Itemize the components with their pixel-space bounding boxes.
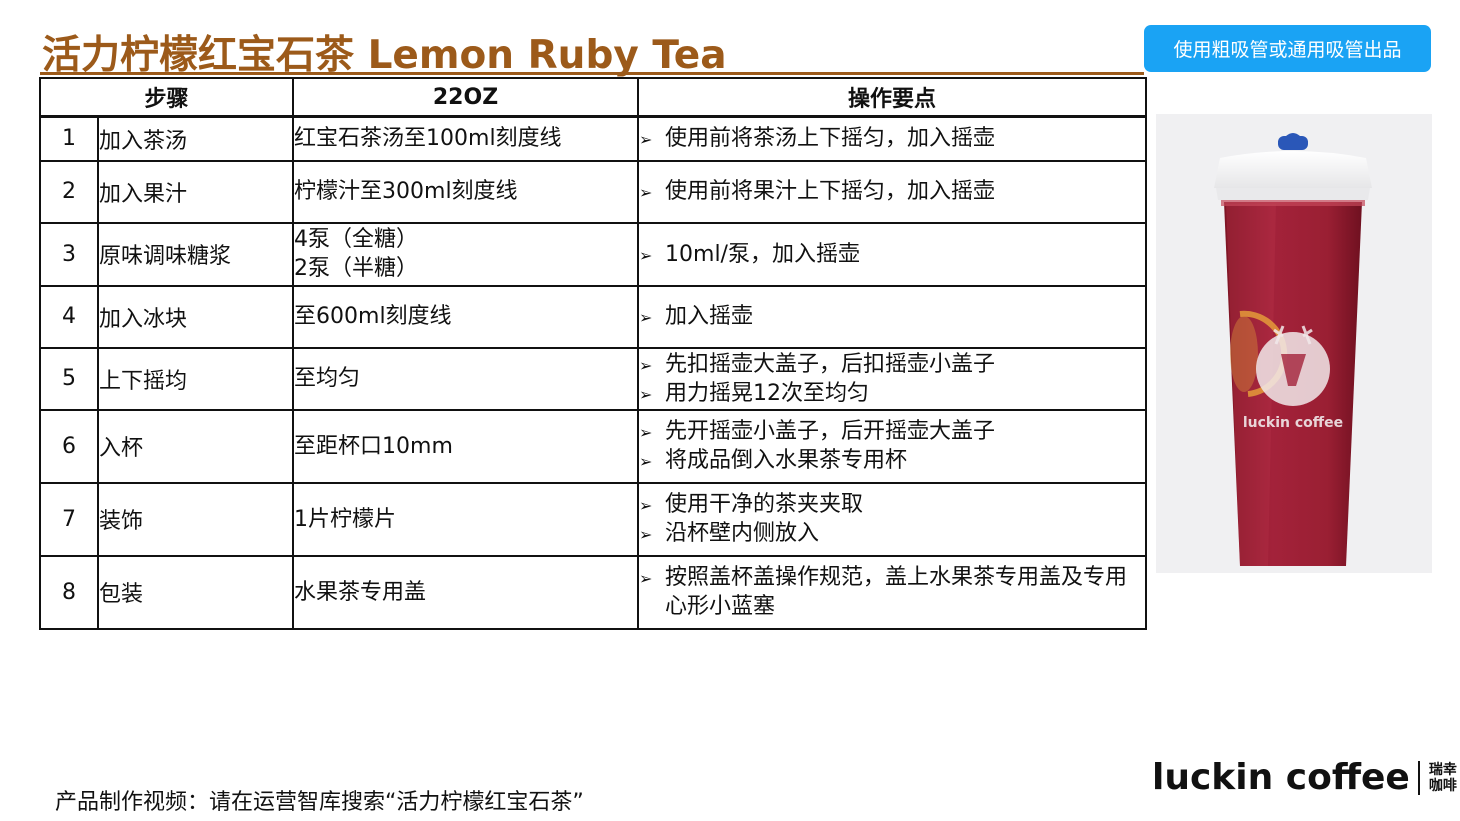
table-row: 2 加入果汁 柠檬汁至300ml刻度线 ➢ 使用前将果汁上下摇匀，加入摇壶 [39, 159, 1148, 224]
table-row: 8 包装 水果茶专用盖 ➢ 按照盖杯盖操作规范，盖上水果茶专用盖及专用心形小蓝塞 [39, 554, 1148, 630]
step-number: 4 [39, 284, 99, 349]
step-points: ➢ 先开摇壶小盖子，后开摇壶大盖子 ➢ 将成品倒入水果茶专用杯 [637, 408, 1148, 484]
amount-line: 至距杯口10mm [294, 433, 453, 459]
step-name: 加入果汁 [96, 159, 295, 224]
step-points: ➢ 使用干净的茶夹夹取 ➢ 沿杯壁内侧放入 [637, 481, 1148, 557]
arrow-bullet-icon: ➢ [639, 452, 653, 471]
step-amount: 至距杯口10mm [292, 408, 640, 484]
point-item: ➢ 使用前将果汁上下摇匀，加入摇壶 [639, 177, 1145, 206]
step-points: ➢ 使用前将茶汤上下摇匀，加入摇壶 [637, 115, 1148, 162]
luckin-coffee-logo: luckin coffee 瑞幸 咖啡 [1152, 757, 1457, 798]
table-header-row: 步骤 22OZ 操作要点 [38, 77, 1148, 118]
amount-line: 4泵（全糖） [294, 227, 419, 252]
point-text: 将成品倒入水果茶专用杯 [665, 448, 908, 473]
step-number: 7 [39, 481, 99, 557]
step-points: ➢ 使用前将果汁上下摇匀，加入摇壶 [637, 159, 1148, 224]
table-row: 1 加入茶汤 红宝石茶汤至100ml刻度线 ➢ 使用前将茶汤上下摇匀，加入摇壶 [39, 115, 1148, 162]
step-name: 加入茶汤 [96, 115, 295, 162]
step-name: 加入冰块 [96, 284, 295, 349]
point-item: ➢ 10ml/泵，加入摇壶 [639, 240, 1145, 269]
title-underline [40, 72, 1144, 75]
point-text: 10ml/泵，加入摇壶 [665, 241, 860, 267]
amount-line: 柠檬汁至300ml刻度线 [294, 179, 518, 204]
step-number: 5 [39, 346, 99, 411]
logo-chinese: 瑞幸 咖啡 [1429, 762, 1457, 794]
step-points: ➢ 按照盖杯盖操作规范，盖上水果茶专用盖及专用心形小蓝塞 [637, 554, 1148, 630]
point-text: 先扣摇壶大盖子，后扣摇壶小盖子 [665, 351, 996, 377]
step-amount: 柠檬汁至300ml刻度线 [292, 159, 640, 224]
step-name: 入杯 [96, 408, 295, 484]
point-text: 先开摇壶小盖子，后开摇壶大盖子 [665, 419, 996, 444]
step-number: 6 [39, 408, 99, 484]
step-points: ➢ 先扣摇壶大盖子，后扣摇壶小盖子 ➢ 用力摇晃12次至均匀 [637, 346, 1148, 411]
arrow-bullet-icon: ➢ [639, 183, 653, 202]
arrow-bullet-icon: ➢ [639, 496, 653, 515]
arrow-bullet-icon: ➢ [639, 308, 653, 327]
step-amount: 1片柠檬片 [292, 481, 640, 557]
point-text: 加入摇壶 [665, 304, 754, 329]
product-photo: luckin coffee [1156, 114, 1432, 573]
step-amount: 红宝石茶汤至100ml刻度线 [292, 115, 640, 162]
amount-line: 红宝石茶汤至100ml刻度线 [294, 126, 562, 152]
step-number: 1 [39, 115, 99, 162]
step-number: 2 [39, 159, 99, 224]
header-points: 操作要点 [637, 77, 1148, 118]
amount-line: 至均匀 [294, 366, 361, 391]
point-text: 使用前将茶汤上下摇匀，加入摇壶 [665, 126, 996, 152]
step-amount: 至均匀 [292, 346, 640, 411]
point-item: ➢ 先开摇壶小盖子，后开摇壶大盖子 [639, 417, 1145, 446]
header-size: 22OZ [292, 77, 640, 118]
point-item: ➢ 先扣摇壶大盖子，后扣摇壶小盖子 [639, 350, 1145, 379]
arrow-bullet-icon: ➢ [639, 525, 653, 544]
step-name: 装饰 [96, 481, 295, 557]
arrow-bullet-icon: ➢ [639, 423, 653, 442]
point-item: ➢ 沿杯壁内侧放入 [639, 519, 1145, 548]
step-name: 包装 [96, 554, 295, 630]
lemon-ruby-tea-cup-image: luckin coffee [1156, 114, 1432, 573]
header-step: 步骤 [38, 77, 295, 118]
table-row: 4 加入冰块 至600ml刻度线 ➢ 加入摇壶 [39, 284, 1148, 349]
amount-line: 水果茶专用盖 [294, 579, 427, 605]
step-name: 上下摇均 [96, 346, 295, 411]
arrow-bullet-icon: ➢ [639, 569, 653, 588]
step-points: ➢ 10ml/泵，加入摇壶 [637, 221, 1148, 287]
point-text: 用力摇晃12次至均匀 [665, 380, 870, 406]
logo-cn-line2: 咖啡 [1428, 777, 1457, 794]
table-row: 5 上下摇均 至均匀 ➢ 先扣摇壶大盖子，后扣摇壶小盖子 ➢ 用力摇晃12次至均匀 [39, 346, 1148, 411]
arrow-bullet-icon: ➢ [639, 355, 653, 375]
step-number: 8 [39, 554, 99, 630]
logo-cn-line1: 瑞幸 [1428, 761, 1457, 778]
step-amount: 至600ml刻度线 [292, 284, 640, 349]
recipe-steps-table: 步骤 22OZ 操作要点 1 加入茶汤 红宝石茶汤至100ml刻度线 ➢ 使用前将茶汤上… [38, 77, 1148, 630]
step-number: 3 [39, 221, 99, 287]
point-item: ➢ 将成品倒入水果茶专用杯 [639, 446, 1145, 475]
step-name: 原味调味糖浆 [96, 221, 295, 287]
point-text: 使用前将果汁上下摇匀，加入摇壶 [665, 179, 996, 204]
video-search-note: 产品制作视频：请在运营智库搜索“活力柠檬红宝石茶” [55, 790, 584, 815]
point-item: ➢ 加入摇壶 [639, 302, 1145, 331]
logo-divider [1417, 760, 1420, 795]
arrow-bullet-icon: ➢ [639, 245, 653, 265]
amount-line: 至600ml刻度线 [294, 304, 452, 329]
point-text: 沿杯壁内侧放入 [665, 521, 820, 546]
arrow-bullet-icon: ➢ [639, 384, 653, 404]
point-item: ➢ 使用干净的茶夹夹取 [639, 490, 1145, 519]
step-amount: 水果茶专用盖 [292, 554, 640, 630]
point-item: ➢ 按照盖杯盖操作规范，盖上水果茶专用盖及专用心形小蓝塞 [639, 563, 1145, 621]
logo-wordmark: luckin coffee [1152, 757, 1410, 798]
arrow-bullet-icon: ➢ [639, 130, 653, 150]
point-text: 按照盖杯盖操作规范，盖上水果茶专用盖及专用心形小蓝塞 [665, 565, 1128, 619]
amount-line: 2泵（半糖） [294, 256, 419, 281]
table-row: 7 装饰 1片柠檬片 ➢ 使用干净的茶夹夹取 ➢ 沿杯壁内侧放入 [39, 481, 1148, 557]
step-amount: 4泵（全糖） 2泵（半糖） [292, 221, 640, 287]
table-row: 6 入杯 至距杯口10mm ➢ 先开摇壶小盖子，后开摇壶大盖子 ➢ 将成品倒入水果茶专用杯 [39, 408, 1148, 484]
cup-logo-text: luckin coffee [1243, 415, 1343, 431]
point-text: 使用干净的茶夹夹取 [665, 492, 864, 517]
point-item: ➢ 用力摇晃12次至均匀 [639, 379, 1145, 408]
amount-line: 1片柠檬片 [294, 506, 397, 532]
straw-notice-badge: 使用粗吸管或通用吸管出品 [1144, 25, 1431, 72]
step-points: ➢ 加入摇壶 [637, 284, 1148, 349]
point-item: ➢ 使用前将茶汤上下摇匀，加入摇壶 [639, 124, 1145, 153]
table-row: 3 原味调味糖浆 4泵（全糖） 2泵（半糖） ➢ 10ml/泵，加入摇壶 [39, 221, 1148, 287]
